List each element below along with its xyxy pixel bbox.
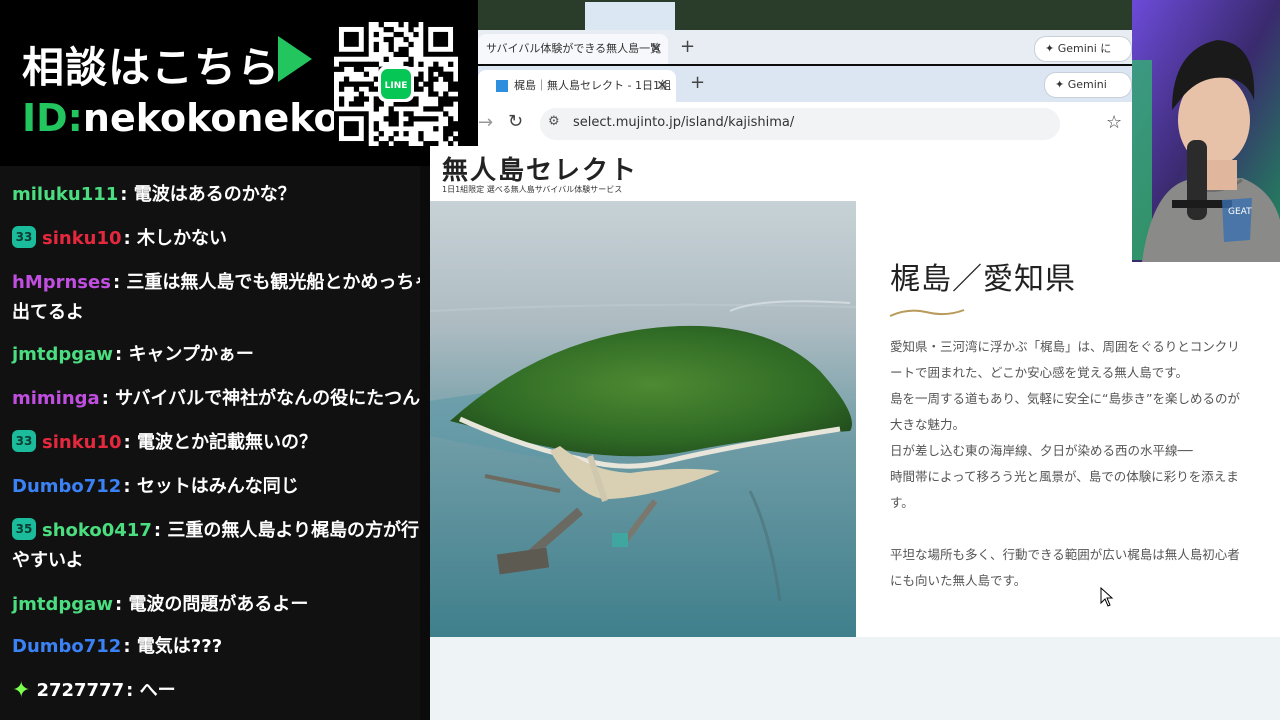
chat-username[interactable]: miminga xyxy=(12,388,100,409)
chat-message: 33 sinku10: 木しかない xyxy=(12,224,420,254)
close-icon[interactable]: ✕ xyxy=(656,70,668,102)
chat-text: 三重は無人島でも観光船とかめっちゃ xyxy=(126,272,420,293)
tab-bar-front: 梶島｜無人島セレクト - 1日1組限定✕ + ✦ Gemini に相談 xyxy=(478,66,1132,124)
chat-username[interactable]: shoko0417 xyxy=(42,520,152,541)
chat-text: 三重の無人島より梶島の方が行き xyxy=(167,520,420,541)
wave-divider-icon xyxy=(889,309,965,317)
gemini-icon: ✦ xyxy=(1055,78,1068,91)
page-footer-band xyxy=(430,637,1280,720)
sub-badge-icon: 35 xyxy=(12,518,36,540)
sub-badge-icon: 33 xyxy=(12,430,36,452)
svg-text:LINE: LINE xyxy=(385,81,408,91)
plus-icon[interactable]: + xyxy=(690,72,705,93)
play-triangle-icon xyxy=(278,36,312,82)
chat-text: 電波の問題があるよー xyxy=(128,594,309,615)
description-line: にも向いた無人島です。 xyxy=(890,573,1027,588)
chat-panel: miluku111: 電波はあるのかな？ 33 sinku10: 木しかない hMpr… xyxy=(0,166,420,720)
chat-colon: : xyxy=(120,184,134,205)
gemini-button[interactable]: ✦ Gemini に相談 xyxy=(1034,36,1132,79)
description-line: 島を一周する道もあり、気軽に安全に“島歩き”を楽しめるのが xyxy=(890,391,1240,406)
chat-message: 33 sinku10: 電波とか記載無いの？ xyxy=(12,428,420,458)
chat-colon: : xyxy=(123,476,137,497)
description-line: 平坦な場所も多く、行動できる範囲が広い梶島は無人島初心者 xyxy=(890,547,1240,562)
island-description: 愛知県・三河湾に浮かぶ「梶島」は、周囲をぐるりとコンクリ ートで囲まれた、どこか安… xyxy=(890,334,1260,594)
qr-code-icon: LINE xyxy=(334,22,458,146)
chat-message: jmtdpgaw: キャンプかぁー xyxy=(12,340,420,370)
chat-colon: : xyxy=(123,636,137,657)
chat-text: 電気は??? xyxy=(136,636,223,657)
url-text[interactable]: select.mujinto.jp/island/kajishima/ xyxy=(573,115,794,130)
island-title: 梶島／愛知県 xyxy=(890,262,1076,297)
chat-text: 木しかない xyxy=(137,228,228,249)
description-line: す。 xyxy=(890,495,914,510)
contact-banner: 相談はこちら ID:nekokoneko2018 LINE xyxy=(0,0,478,166)
chat-colon: : xyxy=(153,520,168,541)
consult-text: 相談はこちら xyxy=(22,43,281,92)
chat-username[interactable]: hMprnses xyxy=(12,272,111,293)
plus-icon[interactable]: + xyxy=(680,36,695,57)
island-photo xyxy=(430,201,856,637)
close-icon[interactable]: ✕ xyxy=(650,34,662,64)
chat-text: へー xyxy=(139,680,176,701)
tab-title: サバイバル体験ができる無人島一覧 xyxy=(486,42,662,55)
browser-toolbar: → ↻ ⚙ select.mujinto.jp/island/kajishima… xyxy=(478,102,1132,147)
chat-message: miluku111: 電波はあるのかな？ xyxy=(12,180,420,210)
background-window-chip xyxy=(585,2,675,30)
chat-message: Dumbo712: 電気は??? xyxy=(12,632,420,662)
back-icon[interactable]: → xyxy=(478,112,493,133)
site-tagline: 1日1組限定 選べる無人島サバイバル体験サービス xyxy=(442,185,623,194)
tab-kajishima[interactable]: 梶島｜無人島セレクト - 1日1組限定✕ xyxy=(478,70,676,124)
chat-text: キャンプかぁー xyxy=(128,344,254,365)
chat-username[interactable]: sinku10 xyxy=(42,228,122,249)
chat-message: jmtdpgaw: 電波の問題があるよー xyxy=(12,590,420,620)
description-line: 時間帯によって移ろう光と風景が、島での体験に彩りを添えま xyxy=(890,469,1239,484)
chat-message: Dumbo712: セットはみんな同じ xyxy=(12,472,420,502)
svg-text:GEAT: GEAT xyxy=(1228,207,1252,217)
chat-colon: : xyxy=(112,272,127,293)
chat-text-continued: 出てるよ xyxy=(12,302,84,323)
chat-text: サバイバルで神社がなんの役にたつん xyxy=(115,388,420,409)
gemini-button[interactable]: ✦ Gemini に相談 xyxy=(1044,72,1132,115)
description-line: 大きな魅力。 xyxy=(890,417,966,432)
bookmark-star-icon[interactable]: ☆ xyxy=(1106,112,1122,133)
chat-text-continued: やすいよ xyxy=(12,550,84,571)
chat-message: hMprnses: 三重は無人島でも観光船とかめっちゃ出てるよ xyxy=(12,268,420,328)
sparkle-icon: ✦ xyxy=(12,678,31,703)
chat-colon: : xyxy=(123,432,138,453)
chat-text: 電波はあるのかな？ xyxy=(133,184,296,205)
site-logo[interactable]: 無人島セレクト xyxy=(442,150,638,187)
mouse-cursor-icon xyxy=(1100,587,1114,607)
chat-message: ✦ 2727777: へー xyxy=(12,676,420,706)
reload-icon[interactable]: ↻ xyxy=(508,111,523,132)
chat-username[interactable]: jmtdpgaw xyxy=(12,594,113,615)
chat-text: セットはみんな同じ xyxy=(136,476,299,497)
sub-badge-icon: 33 xyxy=(12,226,36,248)
chat-username[interactable]: 2727777 xyxy=(36,680,124,701)
chat-colon: : xyxy=(123,228,138,249)
description-line: 日が差し込む東の海岸線、夕日が染める西の水平線── xyxy=(890,443,1193,458)
chat-text: 電波とか記載無いの？ xyxy=(137,432,318,453)
chat-username[interactable]: sinku10 xyxy=(42,432,122,453)
description-line: 愛知県・三河湾に浮かぶ「梶島」は、周囲をぐるりとコンクリ xyxy=(890,339,1240,354)
chat-colon: : xyxy=(114,344,129,365)
tab-island-list[interactable]: サバイバル体験ができる無人島一覧 ✕ xyxy=(478,34,668,64)
chat-username[interactable]: miluku111 xyxy=(12,184,118,205)
chat-message: 35 shoko0417: 三重の無人島より梶島の方が行きやすいよ xyxy=(12,516,420,576)
background-window-strip xyxy=(478,0,1132,30)
chat-colon: : xyxy=(114,594,129,615)
chat-colon: : xyxy=(101,388,116,409)
webcam-feed: GEAT xyxy=(1132,0,1280,262)
gemini-icon: ✦ xyxy=(1045,42,1058,55)
description-line: ートで囲まれた、どこか安心感を覚える無人島です。 xyxy=(890,365,1189,380)
chat-colon: : xyxy=(126,680,140,701)
chat-username[interactable]: jmtdpgaw xyxy=(12,344,113,365)
chat-username[interactable]: Dumbo712 xyxy=(12,476,121,497)
id-prefix: ID: xyxy=(22,96,83,140)
site-settings-icon[interactable]: ⚙ xyxy=(548,114,560,129)
site-favicon-icon xyxy=(496,80,508,92)
chat-message: miminga: サバイバルで神社がなんの役にたつん xyxy=(12,384,420,414)
tab-bar-back: サバイバル体験ができる無人島一覧✕ + ✦ Gemini に相談 xyxy=(478,30,1132,79)
chat-username[interactable]: Dumbo712 xyxy=(12,636,121,657)
description-line xyxy=(890,516,1260,542)
